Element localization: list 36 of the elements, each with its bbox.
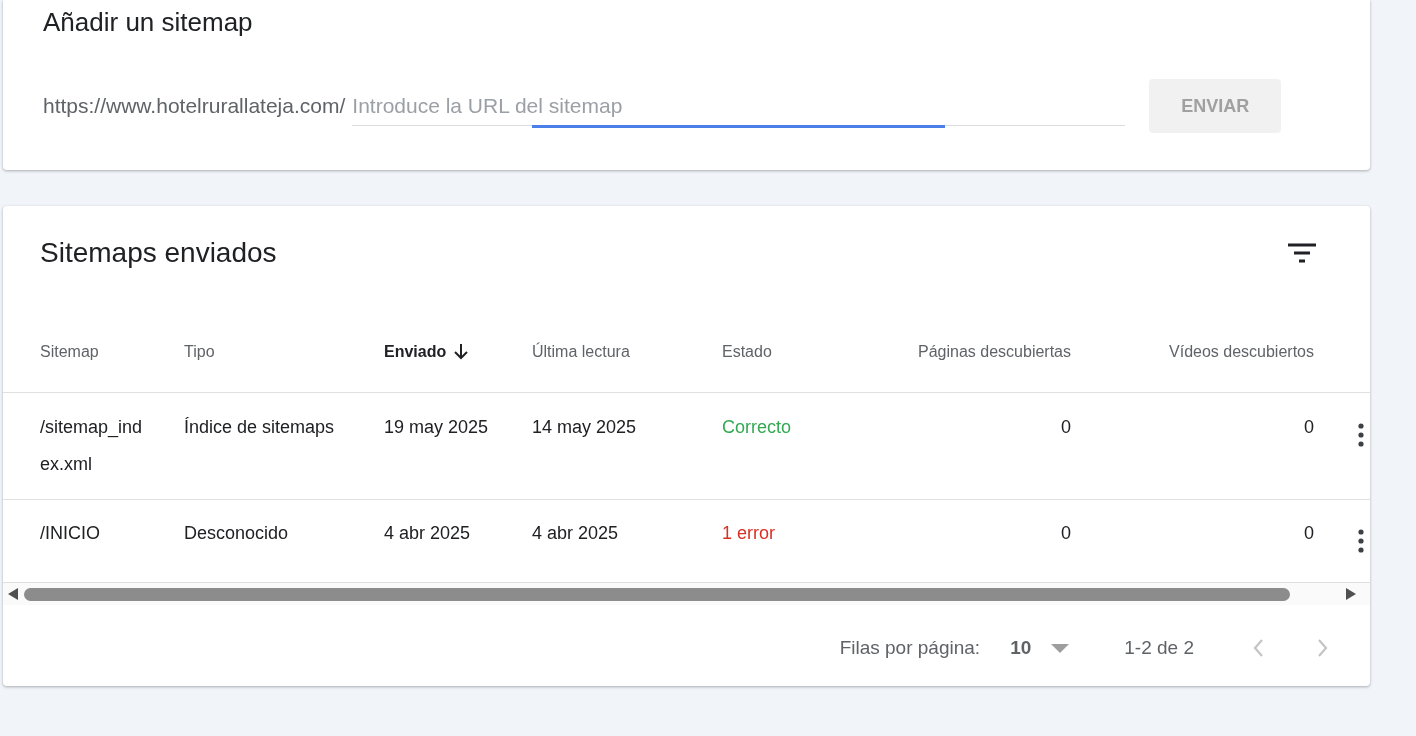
page-range: 1-2 de 2 [1124,637,1194,659]
scroll-left-icon[interactable] [8,588,18,600]
column-header[interactable]: Última lectura [532,343,722,361]
more-options-icon[interactable] [1358,529,1364,553]
sitemap-path[interactable]: /sitemap_index.xml [40,409,154,483]
column-header[interactable]: Tipo [184,343,384,361]
last-read-date: 14 may 2025 [532,416,638,439]
submitted-date: 19 may 2025 [384,416,490,439]
scroll-right-icon[interactable] [1346,588,1356,600]
rows-per-page-label: Filas por página: [839,637,981,659]
rows-per-page-select[interactable]: 10 [1010,637,1070,659]
videos-count: 0 [1304,416,1314,439]
status-text: 1 error [722,522,776,545]
column-header[interactable]: Estado [722,343,872,361]
last-read-date: 4 abr 2025 [532,522,620,545]
sitemap-path[interactable]: /INICIO [40,515,154,552]
sitemap-type: Desconocido [184,522,290,545]
column-header[interactable]: Sitemap [40,343,184,361]
card-title: Añadir un sitemap [43,6,253,39]
column-header[interactable]: Páginas descubiertas [918,343,1071,361]
videos-count: 0 [1304,522,1314,545]
pages-count: 0 [1061,522,1071,545]
sitemap-type: Índice de sitemaps [184,416,336,439]
scrollbar-thumb[interactable] [24,587,1290,601]
sort-down-arrow-icon [454,344,469,360]
dropdown-caret-icon [1051,643,1070,653]
card-title: Sitemaps enviados [40,237,277,269]
submitted-date: 4 abr 2025 [384,522,472,545]
more-options-icon[interactable] [1358,423,1364,447]
sitemap-url-field[interactable]: Introduce la URL del sitemap [352,86,1126,126]
column-header[interactable]: Enviado [384,343,532,361]
status-text: Correcto [722,416,793,439]
filter-icon[interactable] [1288,243,1316,263]
pages-count: 0 [1061,416,1071,439]
column-header[interactable]: Vídeos descubiertos [1169,343,1314,361]
url-prefix: https://www.hotelrurallateja.com/ [43,94,346,118]
